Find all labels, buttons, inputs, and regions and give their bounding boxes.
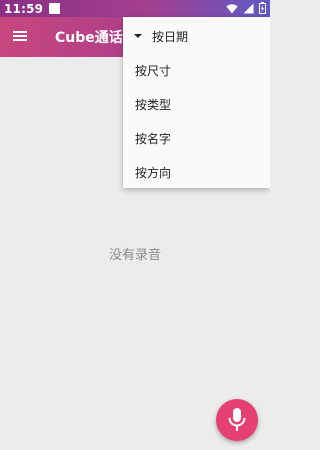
sort-by-direction-item[interactable]: 按方向 [123, 155, 270, 189]
menu-item-label: 按方向 [135, 165, 172, 180]
sort-by-size-item[interactable]: 按尺寸 [123, 53, 270, 87]
microphone-icon [228, 408, 246, 431]
menu-item-label: 按类型 [135, 97, 172, 112]
status-icons [226, 2, 266, 14]
wifi-icon [226, 3, 238, 14]
status-bar: 11:59 [0, 0, 270, 17]
menu-item-label: 按名字 [135, 131, 172, 146]
sort-by-date-item[interactable]: 按日期 [123, 19, 270, 53]
menu-item-label: 按尺寸 [135, 63, 172, 78]
screen: 11:59 Cube通话录音 没有录音 按日期 按尺 [0, 0, 270, 450]
sort-by-name-item[interactable]: 按名字 [123, 121, 270, 155]
sort-by-type-item[interactable]: 按类型 [123, 87, 270, 121]
status-time: 11:59 [4, 1, 44, 16]
signal-icon [243, 3, 254, 13]
caret-down-icon [134, 34, 142, 38]
record-fab[interactable] [216, 399, 258, 441]
sort-menu: 按日期 按尺寸 按类型 按名字 按方向 [123, 17, 270, 188]
empty-recordings-text: 没有录音 [108, 248, 161, 263]
hamburger-menu-icon[interactable] [13, 29, 29, 45]
app-title: Cube通话录音 [55, 30, 130, 46]
battery-icon [259, 2, 266, 14]
notification-icon [49, 3, 61, 14]
menu-item-label: 按日期 [152, 29, 189, 44]
